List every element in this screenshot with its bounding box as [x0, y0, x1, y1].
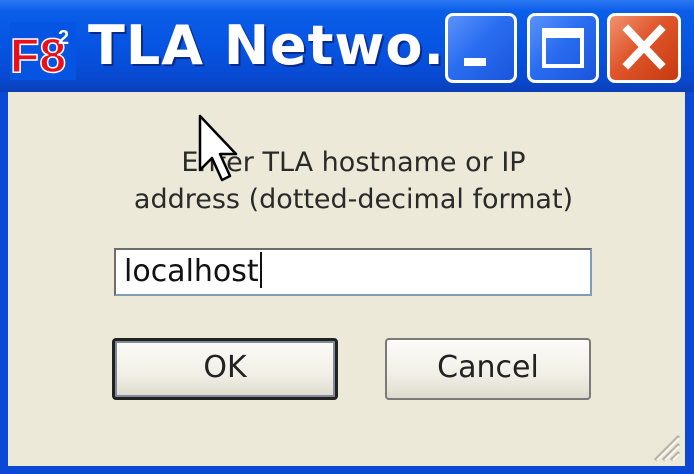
- title-bar[interactable]: F8 2 TLA Netwo...: [0, 0, 694, 92]
- window-title: TLA Netwo...: [88, 14, 488, 77]
- maximize-icon: [542, 28, 584, 68]
- close-icon: [622, 24, 666, 70]
- minimize-button[interactable]: [445, 13, 517, 83]
- dialog-window: F8 2 TLA Netwo... Enter TLA hostname or …: [0, 0, 694, 474]
- app-icon: F8 2: [10, 22, 76, 80]
- text-caret: [259, 252, 262, 288]
- svg-text:2: 2: [58, 27, 69, 49]
- resize-grip-icon[interactable]: [645, 426, 681, 462]
- cancel-button[interactable]: Cancel: [385, 338, 591, 400]
- hostname-input[interactable]: localhost: [114, 248, 592, 296]
- dialog-body: Enter TLA hostname or IP address (dotted…: [8, 92, 685, 466]
- prompt-line-1: Enter TLA hostname or IP: [181, 147, 526, 178]
- minimize-icon: [464, 58, 486, 66]
- close-button[interactable]: [607, 13, 681, 83]
- maximize-button[interactable]: [527, 13, 599, 83]
- prompt-line-2: address (dotted-decimal format): [133, 184, 574, 215]
- ok-button[interactable]: OK: [112, 338, 338, 400]
- prompt-text: Enter TLA hostname or IP address (dotted…: [8, 144, 694, 218]
- mouse-pointer-icon: [198, 114, 238, 182]
- hostname-input-value: localhost: [124, 254, 259, 289]
